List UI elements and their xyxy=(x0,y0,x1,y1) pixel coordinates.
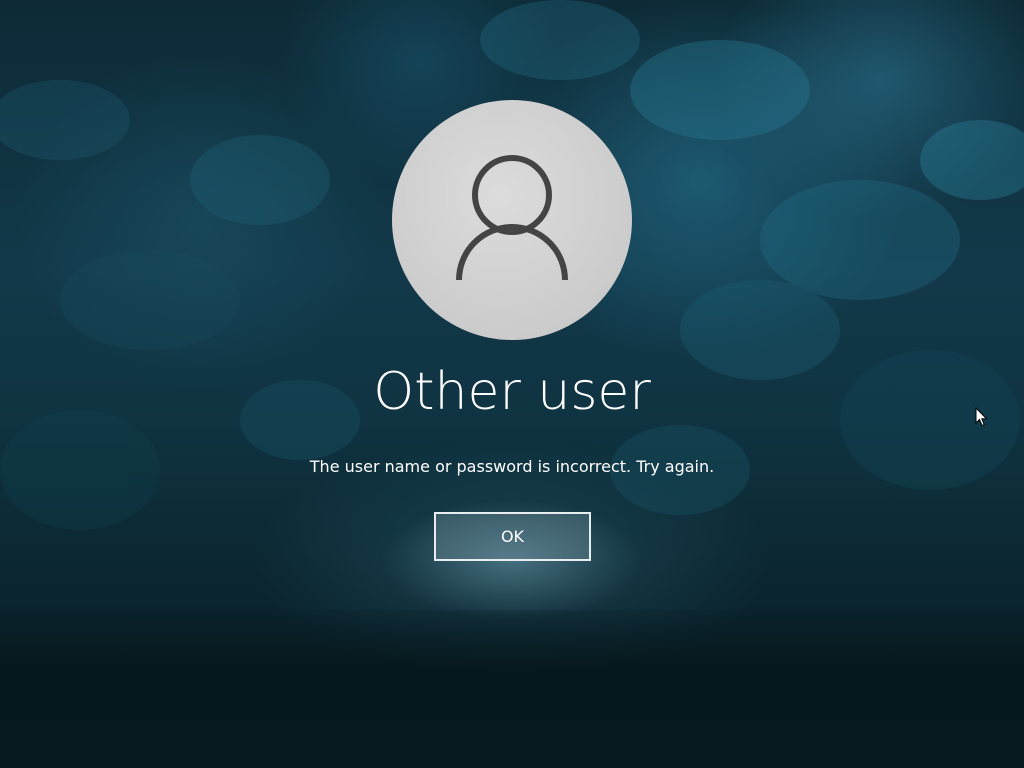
error-message: The user name or password is incorrect. … xyxy=(309,457,715,476)
user-avatar-icon xyxy=(456,155,568,281)
background-ground xyxy=(0,610,1024,768)
user-name: Other user xyxy=(373,362,651,422)
mouse-pointer-icon xyxy=(975,407,988,427)
ok-button[interactable]: OK xyxy=(434,512,591,561)
user-avatar xyxy=(392,100,632,340)
